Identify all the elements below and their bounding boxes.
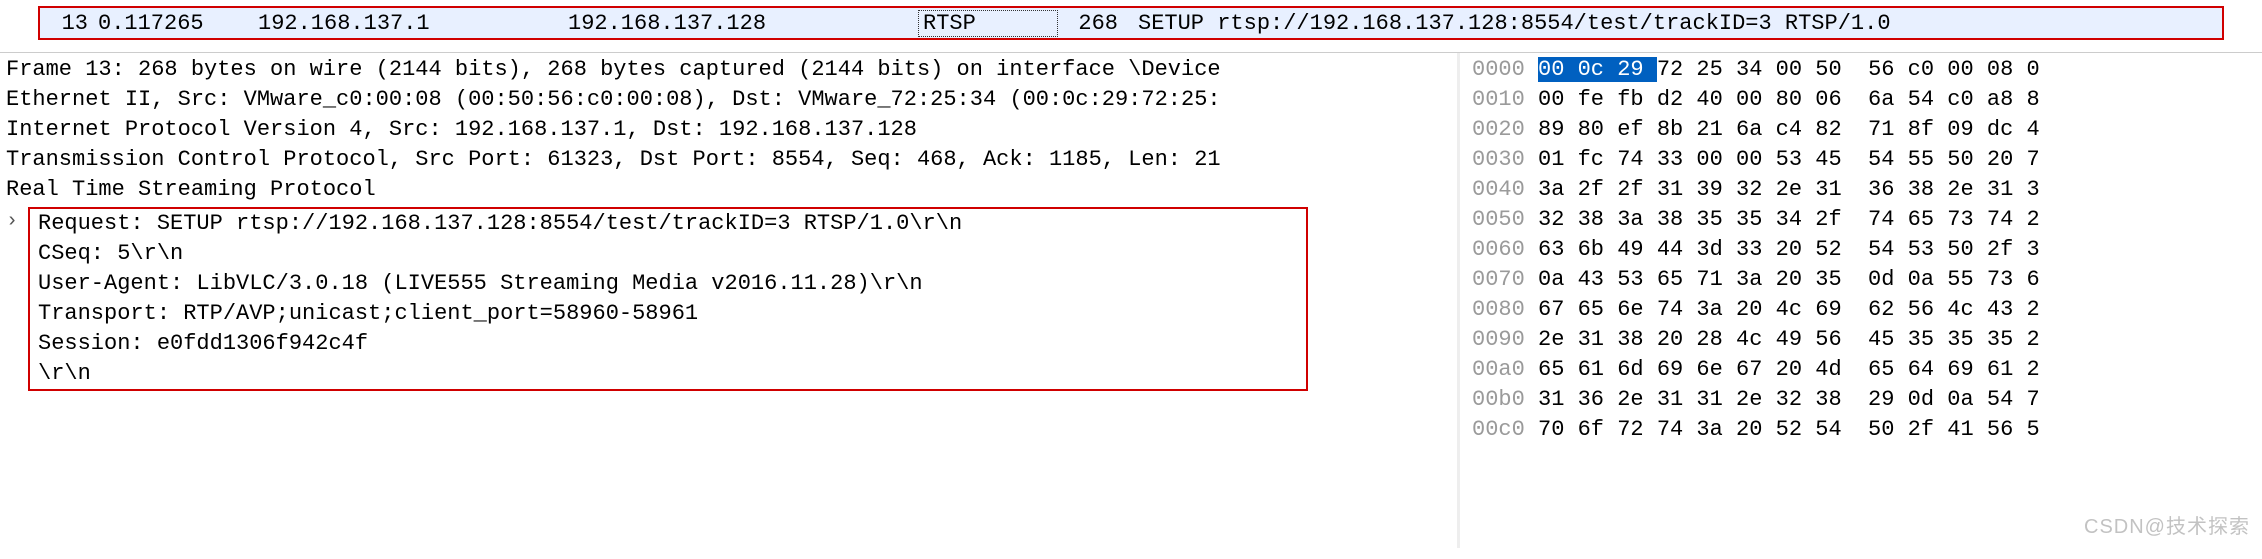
main-split: Frame 13: 268 bytes on wire (2144 bits),… <box>0 53 2262 548</box>
hex-offset: 00c0 <box>1472 415 1538 445</box>
packet-list: 13 0.117265 192.168.137.1 192.168.137.12… <box>0 6 2262 53</box>
hex-bytes: 00 fe fb d2 40 00 80 06 6a 54 c0 a8 8 <box>1538 85 2040 115</box>
hex-offset: 0090 <box>1472 325 1538 355</box>
hex-bytes: 0a 43 53 65 71 3a 20 35 0d 0a 55 73 6 <box>1538 265 2040 295</box>
expand-icon[interactable] <box>6 207 22 238</box>
hex-row[interactable]: 00b031 36 2e 31 31 2e 32 38 29 0d 0a 54 … <box>1472 385 2256 415</box>
hex-bytes: 63 6b 49 44 3d 33 20 52 54 53 50 2f 3 <box>1538 235 2040 265</box>
hex-row[interactable]: 003001 fc 74 33 00 00 53 45 54 55 50 20 … <box>1472 145 2256 175</box>
hex-bytes: 01 fc 74 33 00 00 53 45 54 55 50 20 7 <box>1538 145 2040 175</box>
hex-row[interactable]: 00902e 31 38 20 28 4c 49 56 45 35 35 35 … <box>1472 325 2256 355</box>
rtsp-cseq[interactable]: CSeq: 5\r\n <box>38 239 1298 269</box>
hex-bytes: 00 0c 29 72 25 34 00 50 56 c0 00 08 0 <box>1538 55 2040 85</box>
hex-bytes: 32 38 3a 38 35 35 34 2f 74 65 73 74 2 <box>1538 205 2040 235</box>
col-time: 0.117265 <box>98 11 258 36</box>
hex-offset: 0050 <box>1472 205 1538 235</box>
hex-offset: 0030 <box>1472 145 1538 175</box>
hex-bytes: 67 65 6e 74 3a 20 4c 69 62 56 4c 43 2 <box>1538 295 2040 325</box>
details-frame[interactable]: Frame 13: 268 bytes on wire (2144 bits),… <box>6 55 1451 85</box>
hex-selected-bytes: 00 0c 29 <box>1538 57 1657 82</box>
details-ethernet[interactable]: Ethernet II, Src: VMware_c0:00:08 (00:50… <box>6 85 1451 115</box>
hex-row[interactable]: 00700a 43 53 65 71 3a 20 35 0d 0a 55 73 … <box>1472 265 2256 295</box>
hex-row[interactable]: 00403a 2f 2f 31 39 32 2e 31 36 38 2e 31 … <box>1472 175 2256 205</box>
hex-row[interactable]: 000000 0c 29 72 25 34 00 50 56 c0 00 08 … <box>1472 55 2256 85</box>
hex-row[interactable]: 001000 fe fb d2 40 00 80 06 6a 54 c0 a8 … <box>1472 85 2256 115</box>
hex-offset: 0060 <box>1472 235 1538 265</box>
hex-bytes: 31 36 2e 31 31 2e 32 38 29 0d 0a 54 7 <box>1538 385 2040 415</box>
hex-bytes: 65 61 6d 69 6e 67 20 4d 65 64 69 61 2 <box>1538 355 2040 385</box>
details-ip[interactable]: Internet Protocol Version 4, Src: 192.16… <box>6 115 1451 145</box>
hex-offset: 0020 <box>1472 115 1538 145</box>
hex-row[interactable]: 006063 6b 49 44 3d 33 20 52 54 53 50 2f … <box>1472 235 2256 265</box>
col-number: 13 <box>48 11 98 36</box>
rtsp-request[interactable]: Request: SETUP rtsp://192.168.137.128:85… <box>38 209 1298 239</box>
col-destination: 192.168.137.128 <box>568 11 918 36</box>
col-protocol: RTSP <box>918 10 1058 37</box>
hex-bytes: 3a 2f 2f 31 39 32 2e 31 36 38 2e 31 3 <box>1538 175 2040 205</box>
hex-bytes: 70 6f 72 74 3a 20 52 54 50 2f 41 56 5 <box>1538 415 2040 445</box>
details-tcp[interactable]: Transmission Control Protocol, Src Port:… <box>6 145 1451 175</box>
packet-bytes-pane[interactable]: 000000 0c 29 72 25 34 00 50 56 c0 00 08 … <box>1460 53 2262 548</box>
hex-row[interactable]: 005032 38 3a 38 35 35 34 2f 74 65 73 74 … <box>1472 205 2256 235</box>
hex-offset: 0070 <box>1472 265 1538 295</box>
hex-offset: 0000 <box>1472 55 1538 85</box>
packet-row-selected[interactable]: 13 0.117265 192.168.137.1 192.168.137.12… <box>38 6 2224 40</box>
hex-offset: 0080 <box>1472 295 1538 325</box>
rtsp-crlf[interactable]: \r\n <box>38 359 1298 389</box>
details-rtsp[interactable]: Real Time Streaming Protocol <box>6 175 1451 205</box>
rtsp-session[interactable]: Session: e0fdd1306f942c4f <box>38 329 1298 359</box>
hex-row[interactable]: 00c070 6f 72 74 3a 20 52 54 50 2f 41 56 … <box>1472 415 2256 445</box>
hex-bytes: 89 80 ef 8b 21 6a c4 82 71 8f 09 dc 4 <box>1538 115 2040 145</box>
hex-offset: 0040 <box>1472 175 1538 205</box>
hex-offset: 00b0 <box>1472 385 1538 415</box>
hex-offset: 00a0 <box>1472 355 1538 385</box>
hex-bytes: 2e 31 38 20 28 4c 49 56 45 35 35 35 2 <box>1538 325 2040 355</box>
rtsp-user-agent[interactable]: User-Agent: LibVLC/3.0.18 (LIVE555 Strea… <box>38 269 1298 299</box>
rtsp-transport[interactable]: Transport: RTP/AVP;unicast;client_port=5… <box>38 299 1298 329</box>
hex-row[interactable]: 008067 65 6e 74 3a 20 4c 69 62 56 4c 43 … <box>1472 295 2256 325</box>
hex-row[interactable]: 002089 80 ef 8b 21 6a c4 82 71 8f 09 dc … <box>1472 115 2256 145</box>
hex-row[interactable]: 00a065 61 6d 69 6e 67 20 4d 65 64 69 61 … <box>1472 355 2256 385</box>
rtsp-detail-box: Request: SETUP rtsp://192.168.137.128:85… <box>28 207 1308 391</box>
watermark: CSDN@技术探索 <box>2084 512 2250 542</box>
col-length: 268 <box>1058 11 1128 36</box>
packet-details-pane[interactable]: Frame 13: 268 bytes on wire (2144 bits),… <box>0 53 1460 548</box>
hex-offset: 0010 <box>1472 85 1538 115</box>
col-source: 192.168.137.1 <box>258 11 568 36</box>
col-info: SETUP rtsp://192.168.137.128:8554/test/t… <box>1128 11 2214 36</box>
